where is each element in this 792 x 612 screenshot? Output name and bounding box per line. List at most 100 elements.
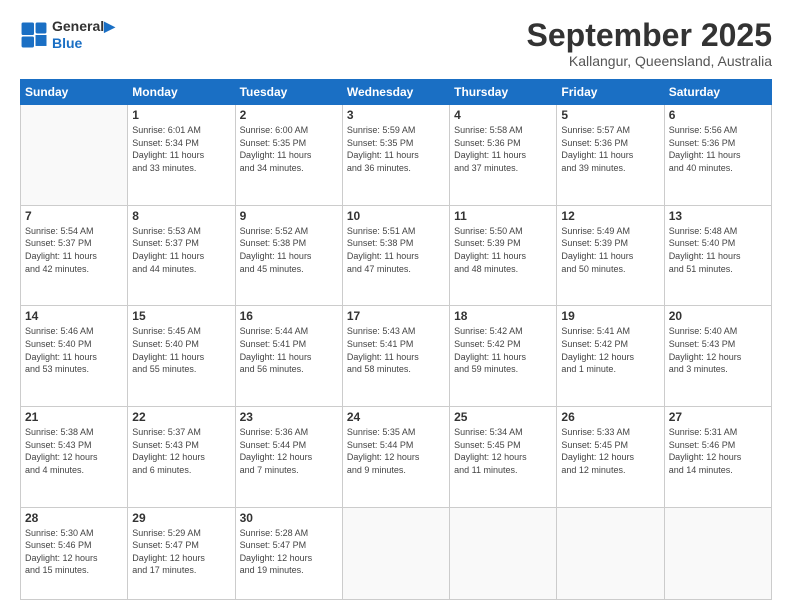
- day-info: Sunrise: 5:52 AM Sunset: 5:38 PM Dayligh…: [240, 225, 338, 275]
- day-info: Sunrise: 5:56 AM Sunset: 5:36 PM Dayligh…: [669, 124, 767, 174]
- day-info: Sunrise: 5:38 AM Sunset: 5:43 PM Dayligh…: [25, 426, 123, 476]
- day-number: 1: [132, 108, 230, 122]
- calendar-cell: 30Sunrise: 5:28 AM Sunset: 5:47 PM Dayli…: [235, 507, 342, 599]
- calendar-cell: 24Sunrise: 5:35 AM Sunset: 5:44 PM Dayli…: [342, 407, 449, 508]
- day-number: 30: [240, 511, 338, 525]
- day-info: Sunrise: 5:37 AM Sunset: 5:43 PM Dayligh…: [132, 426, 230, 476]
- day-info: Sunrise: 5:50 AM Sunset: 5:39 PM Dayligh…: [454, 225, 552, 275]
- day-info: Sunrise: 5:29 AM Sunset: 5:47 PM Dayligh…: [132, 527, 230, 577]
- day-info: Sunrise: 5:53 AM Sunset: 5:37 PM Dayligh…: [132, 225, 230, 275]
- day-number: 11: [454, 209, 552, 223]
- logo-icon: [20, 21, 48, 49]
- weekday-header-friday: Friday: [557, 80, 664, 105]
- weekday-header-saturday: Saturday: [664, 80, 771, 105]
- location-subtitle: Kallangur, Queensland, Australia: [527, 53, 772, 69]
- calendar-week-1: 1Sunrise: 6:01 AM Sunset: 5:34 PM Daylig…: [21, 105, 772, 206]
- day-number: 13: [669, 209, 767, 223]
- day-number: 4: [454, 108, 552, 122]
- day-number: 29: [132, 511, 230, 525]
- calendar-cell: 4 Sunrise: 5:58 AM Sunset: 5:36 PM Daylig…: [450, 105, 557, 206]
- day-info: Sunrise: 5:49 AM Sunset: 5:39 PM Dayligh…: [561, 225, 659, 275]
- calendar-cell: 20Sunrise: 5:40 AM Sunset: 5:43 PM Dayli…: [664, 306, 771, 407]
- day-number: 21: [25, 410, 123, 424]
- day-number: 28: [25, 511, 123, 525]
- header: General▶ Blue September 2025 Kallangur, …: [20, 18, 772, 69]
- calendar-cell: 5Sunrise: 5:57 AM Sunset: 5:36 PM Daylig…: [557, 105, 664, 206]
- calendar-cell: 12 Sunrise: 5:49 AM Sunset: 5:39 PM Dayli…: [557, 205, 664, 306]
- calendar-week-3: 14 Sunrise: 5:46 AM Sunset: 5:40 PM Dayli…: [21, 306, 772, 407]
- calendar-cell: [557, 507, 664, 599]
- day-info: Sunrise: 5:31 AM Sunset: 5:46 PM Dayligh…: [669, 426, 767, 476]
- day-number: 6: [669, 108, 767, 122]
- calendar-cell: [664, 507, 771, 599]
- calendar-cell: 11 Sunrise: 5:50 AM Sunset: 5:39 PM Dayli…: [450, 205, 557, 306]
- logo-text: General▶ Blue: [52, 18, 115, 51]
- calendar-cell: [450, 507, 557, 599]
- calendar-cell: 27 Sunrise: 5:31 AM Sunset: 5:46 PM Dayli…: [664, 407, 771, 508]
- day-number: 14: [25, 309, 123, 323]
- day-number: 17: [347, 309, 445, 323]
- calendar-cell: 18Sunrise: 5:42 AM Sunset: 5:42 PM Dayli…: [450, 306, 557, 407]
- calendar-cell: 6 Sunrise: 5:56 AM Sunset: 5:36 PM Daylig…: [664, 105, 771, 206]
- weekday-header-sunday: Sunday: [21, 80, 128, 105]
- day-number: 23: [240, 410, 338, 424]
- calendar-cell: 8Sunrise: 5:53 AM Sunset: 5:37 PM Daylig…: [128, 205, 235, 306]
- weekday-header-monday: Monday: [128, 80, 235, 105]
- month-title: September 2025: [527, 18, 772, 53]
- calendar-cell: 2Sunrise: 6:00 AM Sunset: 5:35 PM Daylig…: [235, 105, 342, 206]
- logo: General▶ Blue: [20, 18, 115, 51]
- day-number: 3: [347, 108, 445, 122]
- calendar-cell: 19Sunrise: 5:41 AM Sunset: 5:42 PM Dayli…: [557, 306, 664, 407]
- day-number: 16: [240, 309, 338, 323]
- calendar-table: SundayMondayTuesdayWednesdayThursdayFrid…: [20, 79, 772, 600]
- day-info: Sunrise: 5:30 AM Sunset: 5:46 PM Dayligh…: [25, 527, 123, 577]
- calendar-cell: 14 Sunrise: 5:46 AM Sunset: 5:40 PM Dayli…: [21, 306, 128, 407]
- calendar-cell: 23 Sunrise: 5:36 AM Sunset: 5:44 PM Dayli…: [235, 407, 342, 508]
- day-number: 22: [132, 410, 230, 424]
- calendar-cell: 26Sunrise: 5:33 AM Sunset: 5:45 PM Dayli…: [557, 407, 664, 508]
- day-info: Sunrise: 5:36 AM Sunset: 5:44 PM Dayligh…: [240, 426, 338, 476]
- calendar-cell: 21 Sunrise: 5:38 AM Sunset: 5:43 PM Dayli…: [21, 407, 128, 508]
- day-info: Sunrise: 5:33 AM Sunset: 5:45 PM Dayligh…: [561, 426, 659, 476]
- title-block: September 2025 Kallangur, Queensland, Au…: [527, 18, 772, 69]
- calendar-cell: 28 Sunrise: 5:30 AM Sunset: 5:46 PM Dayli…: [21, 507, 128, 599]
- calendar-cell: 7 Sunrise: 5:54 AM Sunset: 5:37 PM Daylig…: [21, 205, 128, 306]
- calendar-cell: [21, 105, 128, 206]
- calendar-cell: 9 Sunrise: 5:52 AM Sunset: 5:38 PM Daylig…: [235, 205, 342, 306]
- calendar-cell: 17Sunrise: 5:43 AM Sunset: 5:41 PM Dayli…: [342, 306, 449, 407]
- day-info: Sunrise: 5:48 AM Sunset: 5:40 PM Dayligh…: [669, 225, 767, 275]
- day-info: Sunrise: 5:54 AM Sunset: 5:37 PM Dayligh…: [25, 225, 123, 275]
- calendar-cell: 25 Sunrise: 5:34 AM Sunset: 5:45 PM Dayli…: [450, 407, 557, 508]
- calendar-cell: 15 Sunrise: 5:45 AM Sunset: 5:40 PM Dayli…: [128, 306, 235, 407]
- day-number: 9: [240, 209, 338, 223]
- day-info: Sunrise: 5:44 AM Sunset: 5:41 PM Dayligh…: [240, 325, 338, 375]
- day-info: Sunrise: 5:41 AM Sunset: 5:42 PM Dayligh…: [561, 325, 659, 375]
- weekday-header-thursday: Thursday: [450, 80, 557, 105]
- calendar-week-5: 28 Sunrise: 5:30 AM Sunset: 5:46 PM Dayli…: [21, 507, 772, 599]
- day-info: Sunrise: 5:59 AM Sunset: 5:35 PM Dayligh…: [347, 124, 445, 174]
- day-info: Sunrise: 5:46 AM Sunset: 5:40 PM Dayligh…: [25, 325, 123, 375]
- weekday-header-wednesday: Wednesday: [342, 80, 449, 105]
- day-number: 15: [132, 309, 230, 323]
- day-number: 7: [25, 209, 123, 223]
- day-info: Sunrise: 5:34 AM Sunset: 5:45 PM Dayligh…: [454, 426, 552, 476]
- calendar-cell: 16 Sunrise: 5:44 AM Sunset: 5:41 PM Dayli…: [235, 306, 342, 407]
- day-number: 2: [240, 108, 338, 122]
- calendar-cell: [342, 507, 449, 599]
- calendar-week-2: 7 Sunrise: 5:54 AM Sunset: 5:37 PM Daylig…: [21, 205, 772, 306]
- day-number: 10: [347, 209, 445, 223]
- day-number: 5: [561, 108, 659, 122]
- day-info: Sunrise: 5:45 AM Sunset: 5:40 PM Dayligh…: [132, 325, 230, 375]
- calendar-cell: 10Sunrise: 5:51 AM Sunset: 5:38 PM Dayli…: [342, 205, 449, 306]
- day-info: Sunrise: 5:58 AM Sunset: 5:36 PM Dayligh…: [454, 124, 552, 174]
- day-info: Sunrise: 5:40 AM Sunset: 5:43 PM Dayligh…: [669, 325, 767, 375]
- day-number: 25: [454, 410, 552, 424]
- calendar-cell: 29 Sunrise: 5:29 AM Sunset: 5:47 PM Dayli…: [128, 507, 235, 599]
- calendar-cell: 3 Sunrise: 5:59 AM Sunset: 5:35 PM Daylig…: [342, 105, 449, 206]
- day-number: 12: [561, 209, 659, 223]
- day-number: 18: [454, 309, 552, 323]
- day-info: Sunrise: 5:35 AM Sunset: 5:44 PM Dayligh…: [347, 426, 445, 476]
- weekday-header-tuesday: Tuesday: [235, 80, 342, 105]
- day-number: 27: [669, 410, 767, 424]
- calendar-cell: 1Sunrise: 6:01 AM Sunset: 5:34 PM Daylig…: [128, 105, 235, 206]
